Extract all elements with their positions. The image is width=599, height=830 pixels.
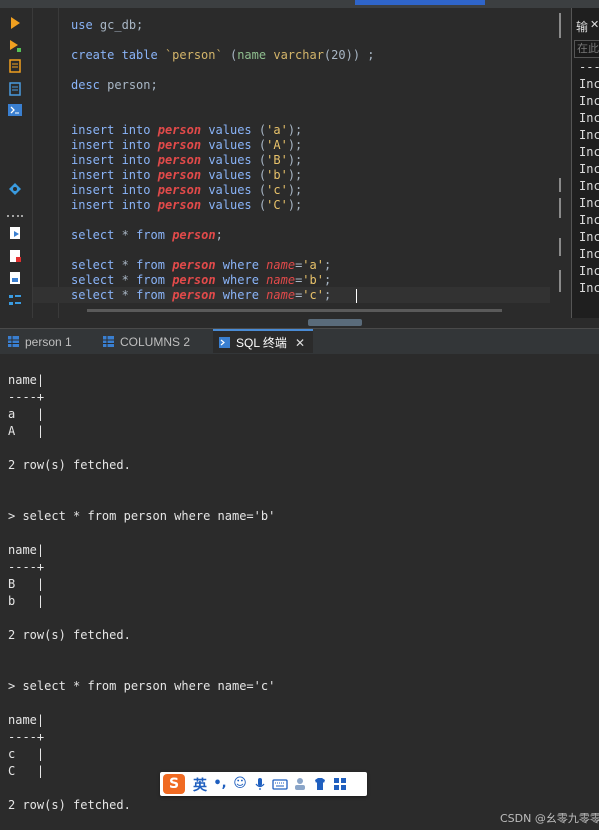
result-separator: ----+ bbox=[8, 560, 45, 574]
output-log-row: Inc bbox=[579, 230, 599, 244]
scroll-marker bbox=[559, 270, 561, 292]
terminal-icon bbox=[219, 332, 230, 348]
tab-label: SQL 终端 bbox=[236, 336, 287, 350]
editor-vertical-scrollbar[interactable] bbox=[550, 8, 570, 318]
outline-icon[interactable] bbox=[8, 292, 22, 306]
panel-splitter[interactable] bbox=[0, 318, 599, 332]
output-filter-input[interactable]: 在此 bbox=[574, 40, 599, 58]
output-log-row: Inc bbox=[579, 145, 599, 159]
output-panel: 输 ✕ 在此 --- Inc Inc Inc Inc Inc Inc Inc Inc Inc Inc… bbox=[571, 8, 599, 320]
ime-language-toggle[interactable]: 英 bbox=[193, 775, 207, 795]
sql-terminal-output[interactable]: name| ----+ a | A | 2 row(s) fetched. > … bbox=[0, 354, 599, 830]
load-script-icon[interactable] bbox=[8, 270, 22, 284]
microphone-icon[interactable] bbox=[252, 776, 268, 792]
tab-label: COLUMNS 2 bbox=[120, 335, 191, 349]
editor-line: select * from person where name='c'; bbox=[71, 288, 332, 302]
run-script-icon[interactable] bbox=[8, 58, 22, 73]
editor-line: select * from person; bbox=[71, 228, 223, 242]
ime-toolbar[interactable]: S 英 •, ☺ bbox=[160, 772, 367, 796]
query-echo: > select * from person where name='b' bbox=[8, 509, 276, 523]
output-log-row: Inc bbox=[579, 281, 599, 295]
text-caret bbox=[356, 289, 357, 303]
table-grid-icon bbox=[8, 330, 19, 347]
editor-line: insert into person values ('C'); bbox=[71, 198, 303, 212]
ime-punctuation-toggle[interactable]: •, bbox=[212, 776, 228, 792]
close-icon[interactable]: ✕ bbox=[590, 18, 599, 31]
result-footer: 2 row(s) fetched. bbox=[8, 628, 131, 642]
sql-editor[interactable]: use gc_db; create table `person` (name v… bbox=[33, 8, 550, 318]
output-log-row: Inc bbox=[579, 111, 599, 125]
output-log-row: Inc bbox=[579, 247, 599, 261]
save-script-icon[interactable] bbox=[8, 248, 22, 262]
result-row: b | bbox=[8, 594, 45, 608]
watermark: CSDN @幺零九零零 bbox=[500, 812, 599, 825]
result-row: C | bbox=[8, 764, 45, 778]
result-row: A | bbox=[8, 424, 45, 438]
editor-line: insert into person values ('B'); bbox=[71, 153, 303, 167]
result-footer: 2 row(s) fetched. bbox=[8, 798, 131, 812]
result-row: B | bbox=[8, 577, 45, 591]
shirt-icon[interactable] bbox=[312, 776, 328, 792]
tab-columns-2[interactable]: COLUMNS 2 bbox=[103, 329, 190, 355]
scroll-marker bbox=[559, 178, 561, 192]
ime-logo[interactable]: S bbox=[163, 774, 185, 794]
editor-line: select * from person where name='a'; bbox=[71, 258, 332, 272]
settings-icon[interactable] bbox=[8, 181, 22, 195]
output-log-row: Inc bbox=[579, 213, 599, 227]
editor-toolbar bbox=[0, 8, 33, 320]
toolbox-grid-icon[interactable] bbox=[332, 776, 348, 792]
scroll-marker bbox=[559, 238, 561, 256]
result-tab-bar: person 1 COLUMNS 2 SQL 终端 ✕ bbox=[0, 328, 599, 355]
output-panel-title[interactable]: 输 bbox=[576, 18, 588, 35]
result-footer: 2 row(s) fetched. bbox=[8, 458, 131, 472]
top-strip bbox=[0, 0, 599, 8]
editor-line: insert into person values ('A'); bbox=[71, 138, 303, 152]
active-editor-tab-indicator bbox=[355, 0, 485, 5]
editor-line: create table `person` (name varchar(20))… bbox=[71, 48, 375, 62]
emoji-icon[interactable]: ☺ bbox=[232, 776, 248, 792]
output-log-row: Inc bbox=[579, 128, 599, 142]
output-log-row: Inc bbox=[579, 94, 599, 108]
user-skin-icon[interactable] bbox=[292, 776, 308, 792]
result-row: c | bbox=[8, 747, 45, 761]
output-log-row: Inc bbox=[579, 179, 599, 193]
output-log-row: Inc bbox=[579, 77, 599, 91]
result-row: a | bbox=[8, 407, 45, 421]
result-header: name| bbox=[8, 373, 45, 387]
query-echo: > select * from person where name='c' bbox=[8, 679, 276, 693]
result-separator: ----+ bbox=[8, 390, 45, 404]
editor-horizontal-scrollbar[interactable] bbox=[87, 309, 502, 312]
output-log-row: Inc bbox=[579, 196, 599, 210]
editor-line: select * from person where name='b'; bbox=[71, 273, 332, 287]
output-log-row: Inc bbox=[579, 162, 599, 176]
export-icon[interactable] bbox=[8, 225, 22, 239]
table-grid-icon bbox=[103, 330, 114, 347]
tab-person-1[interactable]: person 1 bbox=[8, 329, 72, 355]
keyboard-icon[interactable] bbox=[272, 776, 288, 792]
sql-terminal-icon[interactable] bbox=[8, 102, 22, 116]
tab-sql-terminal[interactable]: SQL 终端 ✕ bbox=[213, 329, 313, 353]
editor-line: use gc_db; bbox=[71, 18, 144, 32]
result-header: name| bbox=[8, 713, 45, 727]
result-header: name| bbox=[8, 543, 45, 557]
editor-line: insert into person values ('b'); bbox=[71, 168, 303, 182]
output-log-row: Inc bbox=[579, 264, 599, 278]
run-in-new-tab-icon[interactable] bbox=[8, 38, 22, 52]
scroll-marker bbox=[559, 13, 561, 38]
editor-line: insert into person values ('c'); bbox=[71, 183, 303, 197]
scroll-marker bbox=[559, 198, 561, 218]
editor-line: insert into person values ('a'); bbox=[71, 123, 303, 137]
run-statement-icon[interactable] bbox=[8, 15, 22, 29]
editor-line: desc person; bbox=[71, 78, 158, 92]
close-tab-icon[interactable]: ✕ bbox=[295, 331, 305, 355]
editor-gutter bbox=[33, 8, 59, 318]
explain-plan-icon[interactable] bbox=[8, 81, 22, 96]
tab-label: person 1 bbox=[25, 335, 72, 349]
more-icon[interactable] bbox=[6, 204, 24, 217]
splitter-grip[interactable] bbox=[308, 319, 362, 332]
result-separator: ----+ bbox=[8, 730, 45, 744]
output-log-row: --- bbox=[579, 60, 599, 74]
